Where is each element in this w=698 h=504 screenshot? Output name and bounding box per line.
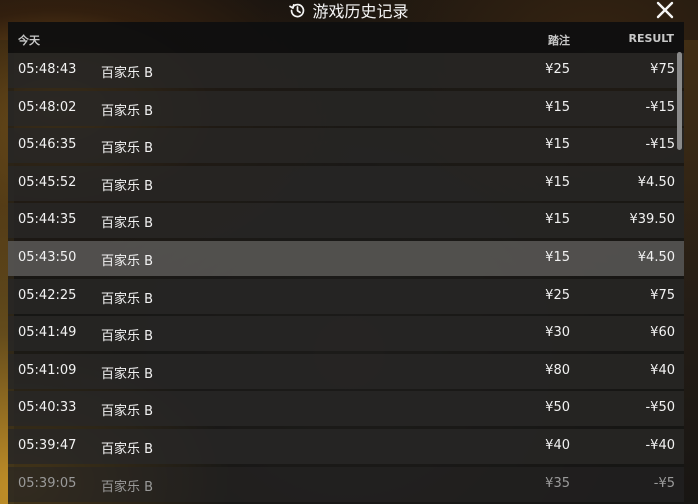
row-result: ¥40 [650, 362, 675, 378]
row-result: -¥40 [645, 437, 675, 453]
dialog-title: 游戏历史记录 [312, 2, 409, 21]
row-game: 百家乐 B [101, 253, 154, 269]
history-row[interactable]: 05:45:52 百家乐 B ¥15 ¥4.50 [8, 165, 684, 201]
row-result: ¥75 [650, 287, 675, 303]
row-game: 百家乐 B [101, 103, 154, 119]
row-time: 05:44:35 [18, 212, 77, 228]
row-bet: ¥15 [545, 137, 570, 153]
row-time: 05:48:02 [18, 99, 77, 115]
row-bet: ¥15 [545, 99, 570, 115]
history-list: 05:48:43 百家乐 B ¥25 ¥75 05:48:02 百家乐 B ¥1… [8, 53, 684, 504]
row-bet: ¥25 [545, 287, 570, 303]
history-row[interactable]: 05:48:43 百家乐 B ¥25 ¥75 [8, 53, 684, 88]
row-time: 05:42:25 [18, 287, 77, 303]
row-game: 百家乐 B [101, 441, 154, 457]
row-time: 05:40:33 [18, 400, 77, 416]
column-header-result: RESULT [628, 32, 674, 45]
history-row[interactable]: 05:39:05 百家乐 B ¥35 -¥5 [8, 466, 684, 502]
row-bet: ¥25 [545, 62, 570, 77]
row-bet: ¥15 [545, 249, 570, 265]
history-row[interactable]: 05:40:33 百家乐 B ¥50 -¥50 [8, 391, 684, 427]
column-header: 今天 踏注 RESULT [8, 22, 684, 53]
background-right-shade [684, 40, 698, 504]
row-game: 百家乐 B [101, 216, 154, 232]
scrollbar-thumb[interactable] [677, 52, 682, 150]
row-result: -¥15 [645, 99, 675, 115]
row-bet: ¥80 [545, 362, 570, 378]
row-bet: ¥15 [545, 174, 570, 190]
row-time: 05:43:50 [18, 249, 77, 265]
row-result: -¥5 [653, 475, 675, 491]
row-result: ¥4.50 [637, 174, 675, 190]
row-game: 百家乐 B [101, 66, 154, 81]
history-panel: 今天 踏注 RESULT 05:48:43 百家乐 B ¥25 ¥75 05:4… [8, 22, 684, 504]
history-row[interactable]: 05:48:02 百家乐 B ¥15 -¥15 [8, 90, 684, 126]
row-time: 05:46:35 [18, 137, 77, 153]
row-time: 05:45:52 [18, 174, 77, 190]
row-game: 百家乐 B [101, 329, 154, 345]
dialog-header: 游戏历史记录 [0, 0, 698, 22]
row-result: ¥4.50 [637, 249, 675, 265]
history-row[interactable]: 05:42:25 百家乐 B ¥25 ¥75 [8, 278, 684, 314]
column-header-bet: 踏注 [548, 34, 570, 47]
history-row[interactable]: 05:44:35 百家乐 B ¥15 ¥39.50 [8, 203, 684, 239]
row-bet: ¥35 [545, 475, 570, 491]
row-time: 05:39:47 [18, 437, 77, 453]
history-row-selected[interactable]: 05:43:50 百家乐 B ¥15 ¥4.50 [8, 240, 684, 276]
history-row[interactable]: 05:41:09 百家乐 B ¥80 ¥40 [8, 353, 684, 389]
history-row[interactable]: 05:41:49 百家乐 B ¥30 ¥60 [8, 316, 684, 352]
history-icon [289, 2, 306, 19]
close-button[interactable] [654, 0, 676, 21]
history-row[interactable]: 05:39:47 百家乐 B ¥40 -¥40 [8, 428, 684, 464]
row-game: 百家乐 B [101, 366, 154, 382]
row-time: 05:48:43 [18, 62, 77, 77]
row-game: 百家乐 B [101, 479, 154, 495]
row-game: 百家乐 B [101, 291, 154, 307]
row-game: 百家乐 B [101, 178, 154, 194]
row-result: -¥50 [645, 400, 675, 416]
row-bet: ¥40 [545, 437, 570, 453]
column-header-date: 今天 [18, 34, 40, 47]
row-result: -¥15 [645, 137, 675, 153]
row-time: 05:41:49 [18, 325, 77, 341]
row-bet: ¥30 [545, 325, 570, 341]
close-icon [656, 1, 674, 19]
row-bet: ¥15 [545, 212, 570, 228]
row-time: 05:41:09 [18, 362, 77, 378]
row-result: ¥39.50 [629, 212, 676, 228]
row-result: ¥60 [650, 325, 675, 341]
row-game: 百家乐 B [101, 141, 154, 157]
row-game: 百家乐 B [101, 404, 154, 420]
row-bet: ¥50 [545, 400, 570, 416]
row-time: 05:39:05 [18, 475, 77, 491]
row-result: ¥75 [650, 62, 675, 77]
history-row[interactable]: 05:46:35 百家乐 B ¥15 -¥15 [8, 128, 684, 164]
